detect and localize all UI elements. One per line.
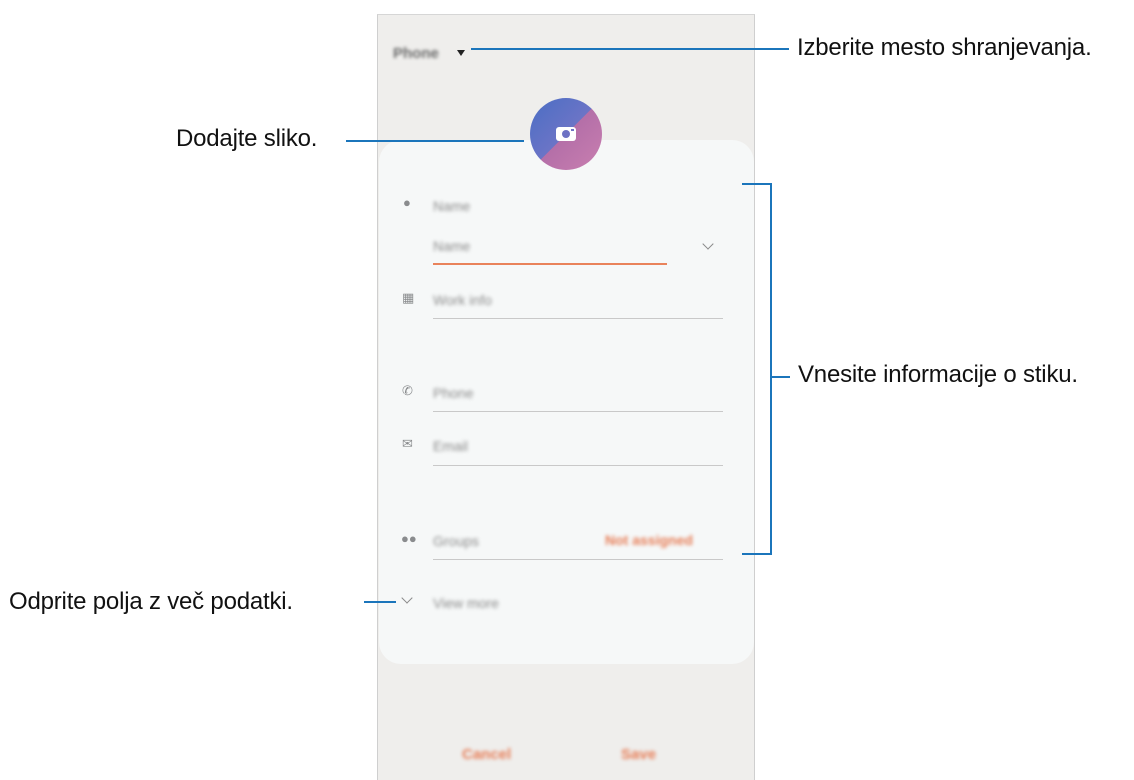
groups-icon: ●● [401,531,417,546]
building-icon: ▦ [402,290,415,305]
more-fields-callout: Odprite polja z več podatki. [9,588,293,615]
camera-icon [556,127,576,141]
save-button[interactable]: Save [621,746,656,763]
contact-info-callout-line [770,376,790,378]
cancel-button[interactable]: Cancel [462,746,511,763]
bracket-top [742,183,772,185]
more-fields-callout-line [364,601,396,603]
storage-callout-line [471,48,789,50]
name-label: Name [433,198,471,214]
groups-underline [433,559,723,560]
bracket-bottom [742,553,772,555]
storage-callout: Izberite mesto shranjevanja. [797,34,1092,61]
groups-label: Groups [433,533,479,549]
bracket-vertical [770,183,772,555]
email-field[interactable]: Email [433,438,468,454]
name-input-underline [433,263,667,265]
storage-location-dropdown[interactable]: Phone [393,40,465,66]
picture-callout: Dodajte sliko. [176,125,318,152]
phone-icon: ✆ [402,383,413,398]
view-more-button[interactable]: View more [433,595,499,611]
work-info-underline [433,318,723,319]
add-picture-button[interactable] [530,98,602,170]
person-icon: ● [403,195,411,210]
storage-location-label: Phone [393,44,439,62]
work-info-field[interactable]: Work info [433,292,492,308]
email-icon: ✉ [402,436,413,451]
groups-not-assigned-button[interactable]: Not assigned [605,532,693,548]
name-input[interactable]: Name [433,238,470,254]
contact-info-callout: Vnesite informacije o stiku. [798,361,1078,388]
phone-underline [433,411,723,412]
caret-down-icon [456,50,465,56]
contact-form-card [379,140,754,664]
phone-field[interactable]: Phone [433,385,473,401]
picture-callout-line [346,140,524,142]
email-underline [433,465,723,466]
